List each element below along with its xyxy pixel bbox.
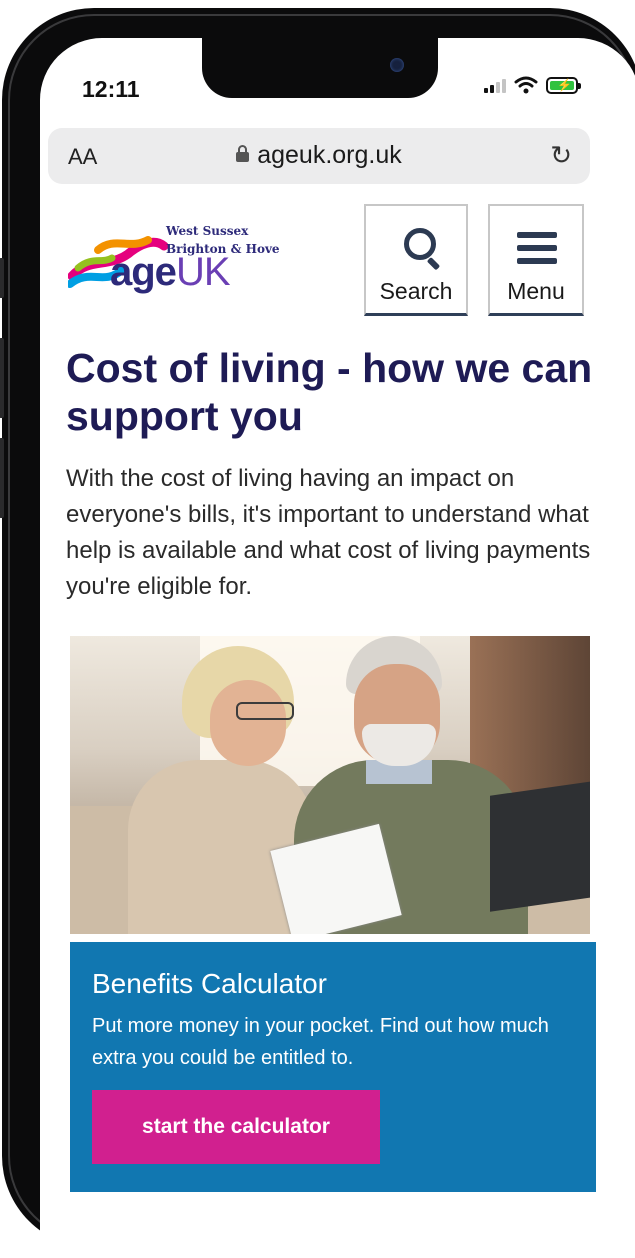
search-button[interactable]: Search xyxy=(364,204,468,316)
menu-button[interactable]: Menu xyxy=(488,204,584,316)
calculator-title: Benefits Calculator xyxy=(92,968,328,999)
volume-down-button xyxy=(0,438,4,518)
volume-up-button xyxy=(0,338,4,418)
logo-wordmark: ageUK xyxy=(110,250,231,295)
search-icon xyxy=(404,228,436,260)
status-time: 12:11 xyxy=(82,76,140,102)
lock-icon xyxy=(236,145,250,162)
battery-charging-icon: ⚡ xyxy=(546,76,581,94)
notch xyxy=(202,38,438,98)
age-uk-logo[interactable]: West Sussex Brighton & Hove ageUK xyxy=(68,220,298,300)
url-display[interactable]: ageuk.org.uk xyxy=(48,141,590,170)
site-header: West Sussex Brighton & Hove ageUK Search… xyxy=(40,200,635,325)
wifi-icon xyxy=(514,76,538,94)
reload-icon[interactable]: ↻ xyxy=(550,140,572,171)
hero-image xyxy=(70,636,590,934)
mute-switch xyxy=(0,258,4,298)
menu-button-label: Menu xyxy=(507,278,565,304)
logo-word-uk: UK xyxy=(175,250,231,294)
page-title: Cost of living - how we can support you xyxy=(66,345,593,439)
logo-region-line1: West Sussex xyxy=(166,224,249,238)
url-text: ageuk.org.uk xyxy=(257,141,402,169)
benefits-calculator-panel: Benefits Calculator Put more money in yo… xyxy=(70,942,596,1192)
status-icons: ⚡ xyxy=(484,76,581,94)
hamburger-icon xyxy=(517,232,557,271)
intro-text: With the cost of living having an impact… xyxy=(66,465,591,600)
start-calculator-button[interactable]: start the calculator xyxy=(92,1090,380,1164)
calculator-description: Put more money in your pocket. Find out … xyxy=(92,1015,549,1069)
logo-word-age: age xyxy=(110,250,177,294)
camera-icon xyxy=(390,58,404,72)
search-button-label: Search xyxy=(379,278,453,304)
signal-icon xyxy=(484,77,506,93)
phone-frame: 12:11 ⚡ AA ageuk.org.uk ↻ West Sussex Br… xyxy=(0,8,635,1258)
address-bar[interactable]: AA ageuk.org.uk ↻ xyxy=(48,128,590,184)
phone-screen: 12:11 ⚡ AA ageuk.org.uk ↻ West Sussex Br… xyxy=(40,38,635,1258)
